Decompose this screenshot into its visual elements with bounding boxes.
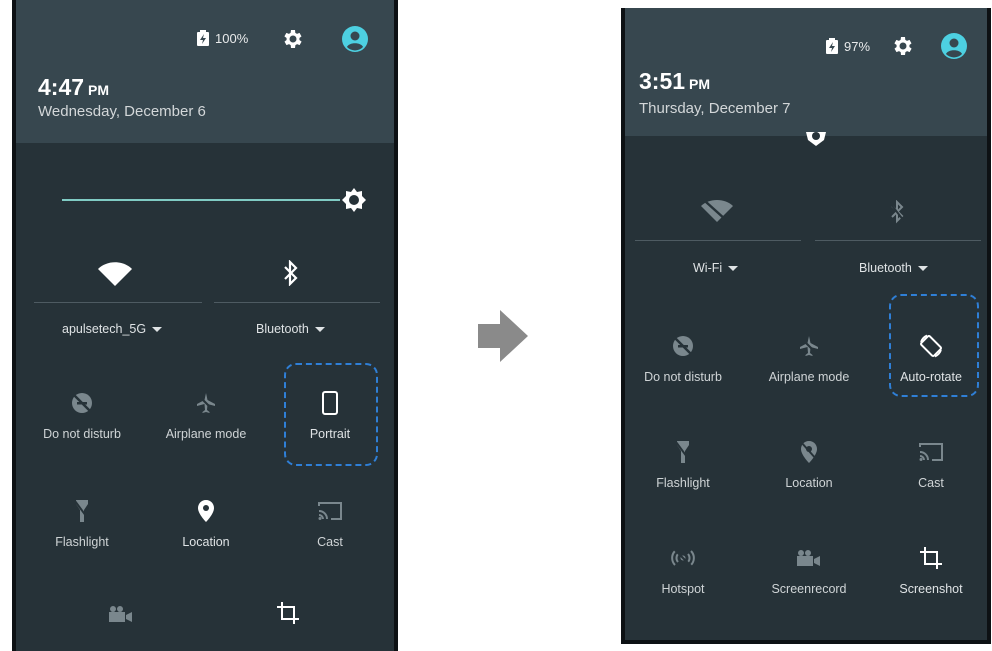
- tile-flashlight[interactable]: Flashlight: [625, 436, 743, 490]
- tile-cast[interactable]: Cast: [871, 436, 987, 490]
- tile-label: Location: [785, 476, 833, 490]
- chevron-down-icon: [728, 265, 739, 271]
- chevron-down-icon: [314, 326, 325, 332]
- location-off-icon: [800, 441, 818, 463]
- flashlight-off-icon: [74, 500, 90, 522]
- wifi-off-icon[interactable]: [701, 200, 733, 222]
- bluetooth-dropdown[interactable]: Bluetooth: [256, 322, 325, 336]
- tile-screenshot[interactable]: Screenshot: [871, 542, 987, 596]
- bluetooth-icon[interactable]: [282, 260, 300, 286]
- cast-icon: [318, 502, 342, 520]
- tile-label: Hotspot: [661, 582, 705, 596]
- tile-do-not-disturb[interactable]: Do not disturb: [625, 330, 743, 384]
- location-pin-icon: [198, 500, 214, 522]
- do-not-disturb-off-icon: [673, 336, 693, 356]
- tile-label: Flashlight: [55, 535, 109, 549]
- left-time: 4:47: [38, 74, 85, 100]
- tile-label: Location: [182, 535, 230, 549]
- settings-gear-icon[interactable]: [890, 34, 914, 58]
- left-quick-settings-panel: 100% 4:47 PM Wednesday, December 6 apulse…: [12, 0, 398, 651]
- hotspot-off-icon: [671, 548, 695, 568]
- brightness-thumb-icon[interactable]: [340, 186, 368, 214]
- left-ampm: PM: [88, 82, 110, 98]
- wifi-divider: [635, 240, 801, 241]
- brightness-slider[interactable]: [62, 188, 372, 212]
- right-battery-status: 97%: [826, 38, 870, 54]
- tile-label: Screenshot: [899, 582, 963, 596]
- bluetooth-divider: [214, 302, 380, 303]
- tile-label: Cast: [918, 476, 944, 490]
- right-status-header: 97% 3:51 PM Thursday, December 7: [625, 8, 987, 136]
- left-date: Wednesday, December 6: [38, 103, 206, 120]
- flashlight-off-icon: [675, 441, 691, 463]
- tile-cast[interactable]: Cast: [270, 495, 390, 549]
- right-quick-settings-panel: 97% 3:51 PM Thursday, December 7 Wi-Fi Bl…: [621, 8, 991, 644]
- brightness-thumb-icon[interactable]: [803, 132, 829, 152]
- right-ampm: PM: [689, 76, 711, 92]
- do-not-disturb-off-icon: [72, 393, 92, 413]
- left-battery-percent: 100%: [215, 30, 249, 46]
- left-status-header: 100% 4:47 PM Wednesday, December 6: [16, 0, 394, 143]
- tile-airplane-mode[interactable]: Airplane mode: [749, 330, 869, 384]
- tile-location[interactable]: Location: [749, 436, 869, 490]
- wifi-network-label: apulsetech_5G: [62, 322, 147, 336]
- brightness-track: [62, 199, 340, 201]
- cast-icon: [919, 443, 943, 461]
- right-time: 3:51: [639, 68, 686, 94]
- screenshot-crop-icon: [920, 547, 942, 569]
- tile-screenrecord[interactable]: Screenrecord: [749, 542, 869, 596]
- screenshot-crop-icon[interactable]: [276, 601, 300, 625]
- tile-label: Airplane mode: [768, 370, 850, 384]
- transition-arrow-icon: [478, 310, 528, 362]
- tile-label: Cast: [317, 535, 343, 549]
- tile-location[interactable]: Location: [146, 495, 266, 549]
- tile-airplane-mode[interactable]: Airplane mode: [146, 387, 266, 441]
- right-date: Thursday, December 7: [639, 100, 791, 117]
- battery-charging-icon: [826, 38, 838, 54]
- bluetooth-off-icon[interactable]: [889, 200, 905, 224]
- chevron-down-icon: [152, 326, 163, 332]
- right-clock: 3:51 PM: [639, 68, 710, 95]
- tile-do-not-disturb[interactable]: Do not disturb: [22, 387, 142, 441]
- bluetooth-dropdown[interactable]: Bluetooth: [859, 261, 928, 275]
- screenrecord-icon: [797, 550, 820, 566]
- airplane-off-icon: [800, 336, 818, 356]
- battery-charging-icon: [197, 30, 209, 46]
- portrait-highlight-box: [284, 363, 378, 466]
- chevron-down-icon: [917, 265, 928, 271]
- tile-label: Do not disturb: [43, 427, 121, 441]
- bluetooth-label: Bluetooth: [256, 322, 309, 336]
- left-clock: 4:47 PM: [38, 74, 109, 101]
- wifi-label: Wi-Fi: [693, 261, 723, 275]
- airplane-off-icon: [197, 393, 215, 413]
- user-account-icon[interactable]: [342, 26, 368, 52]
- settings-gear-icon[interactable]: [280, 27, 304, 51]
- wifi-divider: [34, 302, 202, 303]
- tile-label: Do not disturb: [644, 370, 722, 384]
- tile-label: Screenrecord: [771, 582, 847, 596]
- left-battery-status: 100%: [197, 30, 248, 46]
- wifi-network-dropdown[interactable]: apulsetech_5G: [62, 322, 163, 336]
- tile-label: Flashlight: [656, 476, 710, 490]
- tile-hotspot[interactable]: Hotspot: [625, 542, 743, 596]
- wifi-icon[interactable]: [98, 262, 132, 286]
- user-account-icon[interactable]: [941, 33, 967, 59]
- auto-rotate-highlight-box: [889, 294, 979, 397]
- tile-flashlight[interactable]: Flashlight: [22, 495, 142, 549]
- bluetooth-label: Bluetooth: [859, 261, 912, 275]
- tile-label: Airplane mode: [165, 427, 247, 441]
- wifi-dropdown[interactable]: Wi-Fi: [693, 261, 739, 275]
- right-battery-percent: 97%: [844, 38, 871, 54]
- screenrecord-icon[interactable]: [108, 605, 134, 623]
- bluetooth-divider: [815, 240, 981, 241]
